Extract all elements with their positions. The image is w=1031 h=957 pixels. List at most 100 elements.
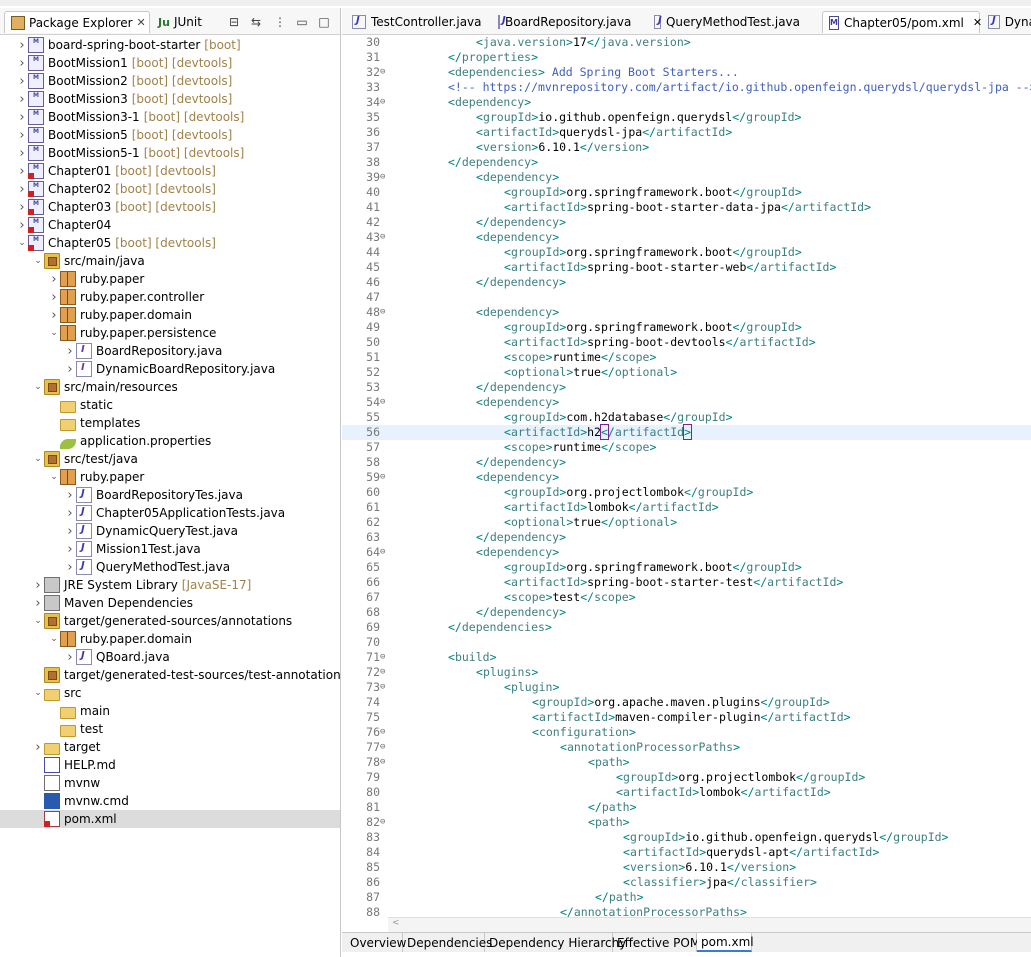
tree-item[interactable]: › QueryMethodTest.java	[0, 558, 340, 576]
link-with-editor-icon[interactable]: ⇆	[248, 14, 264, 30]
tree-item[interactable]: ⌄ src/main/resources	[0, 378, 340, 396]
tree-item[interactable]: › M Chapter04	[0, 216, 340, 234]
tree-item[interactable]: › DynamicBoardRepository.java	[0, 360, 340, 378]
tree-item[interactable]: ⌄ ruby.paper.domain	[0, 630, 340, 648]
tree-item[interactable]: › M BootMission1 [boot] [devtools]	[0, 54, 340, 72]
tree-item[interactable]: › BoardRepository.java	[0, 342, 340, 360]
chevron-down-icon[interactable]: ⌄	[48, 468, 60, 486]
tab-package-explorer[interactable]: Package Explorer ✕	[4, 11, 150, 33]
tree-item[interactable]: › M BootMission2 [boot] [devtools]	[0, 72, 340, 90]
tree-item[interactable]: › M Chapter01 [boot] [devtools]	[0, 162, 340, 180]
fold-toggle-icon[interactable]: ⊖	[380, 170, 389, 185]
tree-item[interactable]: › Maven Dependencies	[0, 594, 340, 612]
fold-toggle-icon[interactable]: ⊖	[380, 650, 389, 665]
tree-item[interactable]: HELP.md	[0, 756, 340, 774]
fold-toggle-icon[interactable]: ⊖	[380, 740, 389, 755]
chevron-right-icon[interactable]: ›	[32, 738, 44, 756]
chevron-right-icon[interactable]: ›	[32, 594, 44, 612]
tree-item[interactable]: › QBoard.java	[0, 648, 340, 666]
chevron-down-icon[interactable]: ⌄	[32, 612, 44, 630]
tree-item[interactable]: target/generated-test-sources/test-annot…	[0, 666, 340, 684]
fold-toggle-icon[interactable]: ⊖	[380, 395, 389, 410]
chevron-right-icon[interactable]: ›	[64, 522, 76, 540]
tree-item[interactable]: › JRE System Library [JavaSE-17]	[0, 576, 340, 594]
tree-item[interactable]: › Mission1Test.java	[0, 540, 340, 558]
tree-item[interactable]: ⌄ M Chapter05 [boot] [devtools]	[0, 234, 340, 252]
chevron-right-icon[interactable]: ›	[64, 504, 76, 522]
chevron-right-icon[interactable]: ›	[64, 540, 76, 558]
tree-item[interactable]: › DynamicQueryTest.java	[0, 522, 340, 540]
tree-item[interactable]: › BoardRepositoryTes.java	[0, 486, 340, 504]
tree-item[interactable]: › M BootMission3 [boot] [devtools]	[0, 90, 340, 108]
pom-page-tab[interactable]: pom.xml	[697, 933, 754, 952]
editor-tab[interactable]: M Chapter05/pom.xml ✕	[822, 11, 982, 33]
tree-item[interactable]: ⌄ src/main/java	[0, 252, 340, 270]
chevron-down-icon[interactable]: ⌄	[32, 684, 44, 702]
tree-item[interactable]: › M Chapter03 [boot] [devtools]	[0, 198, 340, 216]
pom-page-tab[interactable]: Effective POM	[613, 933, 700, 952]
fold-toggle-icon[interactable]: ⊖	[380, 665, 389, 680]
chevron-right-icon[interactable]: ›	[16, 180, 28, 198]
fold-toggle-icon[interactable]: ⊖	[380, 815, 389, 830]
chevron-right-icon[interactable]: ›	[64, 648, 76, 666]
chevron-down-icon[interactable]: ⌄	[32, 252, 44, 270]
tree-item[interactable]: main	[0, 702, 340, 720]
tree-item[interactable]: › ruby.paper.controller	[0, 288, 340, 306]
editor-tab[interactable]: QueryMethodTest.java	[648, 11, 806, 33]
fold-toggle-icon[interactable]: ⊖	[380, 470, 389, 485]
chevron-right-icon[interactable]: ›	[64, 558, 76, 576]
view-menu-icon[interactable]: ⋮	[272, 14, 288, 30]
chevron-right-icon[interactable]: ›	[16, 126, 28, 144]
chevron-right-icon[interactable]: ›	[16, 36, 28, 54]
chevron-down-icon[interactable]: ⌄	[32, 378, 44, 396]
tree-item[interactable]: › Mboard-spring-boot-starter [boot]	[0, 36, 340, 54]
fold-toggle-icon[interactable]: ⊖	[380, 65, 389, 80]
horizontal-scrollbar[interactable]: <	[388, 917, 1031, 932]
chevron-right-icon[interactable]: ›	[16, 162, 28, 180]
code-editor[interactable]: 30 <java.version>17</java.version> 31 </pro…	[342, 35, 1031, 917]
tree-item[interactable]: ⌄ ruby.paper	[0, 468, 340, 486]
pom-page-tab[interactable]: Dependency Hierarchy	[485, 933, 626, 952]
maximize-icon[interactable]: □	[316, 14, 332, 30]
tree-item[interactable]: › M BootMission5-1 [boot] [devtools]	[0, 144, 340, 162]
tree-item[interactable]: › Chapter05ApplicationTests.java	[0, 504, 340, 522]
editor-tab[interactable]: Dyna	[982, 11, 1031, 33]
tree-item[interactable]: mvnw.cmd	[0, 792, 340, 810]
editor-tab[interactable]: BoardRepository.java	[492, 11, 637, 33]
tree-item[interactable]: ⌄ ruby.paper.persistence	[0, 324, 340, 342]
tree-item[interactable]: test	[0, 720, 340, 738]
fold-toggle-icon[interactable]: ⊖	[380, 305, 389, 320]
chevron-right-icon[interactable]: ›	[16, 90, 28, 108]
tree-item[interactable]: › target	[0, 738, 340, 756]
tree-item[interactable]: mvnw	[0, 774, 340, 792]
chevron-right-icon[interactable]: ›	[32, 576, 44, 594]
chevron-right-icon[interactable]: ›	[64, 486, 76, 504]
tree-item[interactable]: static	[0, 396, 340, 414]
chevron-right-icon[interactable]: ›	[16, 54, 28, 72]
close-icon[interactable]: ✕	[973, 16, 982, 29]
tree-item[interactable]: › ruby.paper.domain	[0, 306, 340, 324]
fold-toggle-icon[interactable]: ⊖	[380, 230, 389, 245]
chevron-right-icon[interactable]: ›	[16, 144, 28, 162]
fold-toggle-icon[interactable]: ⊖	[380, 95, 389, 110]
pom-page-tab[interactable]: Overview	[346, 933, 407, 952]
tab-junit[interactable]: Ju JUnit	[152, 11, 222, 33]
scroll-left-icon[interactable]: <	[392, 918, 400, 928]
editor-tab[interactable]: TestController.java	[346, 11, 494, 33]
tree-item[interactable]: ⌄ src	[0, 684, 340, 702]
chevron-right-icon[interactable]: ›	[16, 198, 28, 216]
tree-item[interactable]: ⌄ target/generated-sources/annotations	[0, 612, 340, 630]
collapse-all-icon[interactable]: ⊟	[226, 14, 242, 30]
chevron-down-icon[interactable]: ⌄	[32, 450, 44, 468]
tree-item[interactable]: › M BootMission3-1 [boot] [devtools]	[0, 108, 340, 126]
fold-toggle-icon[interactable]: ⊖	[380, 725, 389, 740]
fold-toggle-icon[interactable]: ⊖	[380, 755, 389, 770]
fold-toggle-icon[interactable]: ⊖	[380, 680, 389, 695]
chevron-right-icon[interactable]: ›	[64, 342, 76, 360]
chevron-right-icon[interactable]: ›	[48, 270, 60, 288]
chevron-right-icon[interactable]: ›	[48, 306, 60, 324]
chevron-right-icon[interactable]: ›	[16, 216, 28, 234]
minimize-icon[interactable]: ▭	[294, 14, 310, 30]
chevron-right-icon[interactable]: ›	[48, 288, 60, 306]
chevron-right-icon[interactable]: ›	[64, 360, 76, 378]
